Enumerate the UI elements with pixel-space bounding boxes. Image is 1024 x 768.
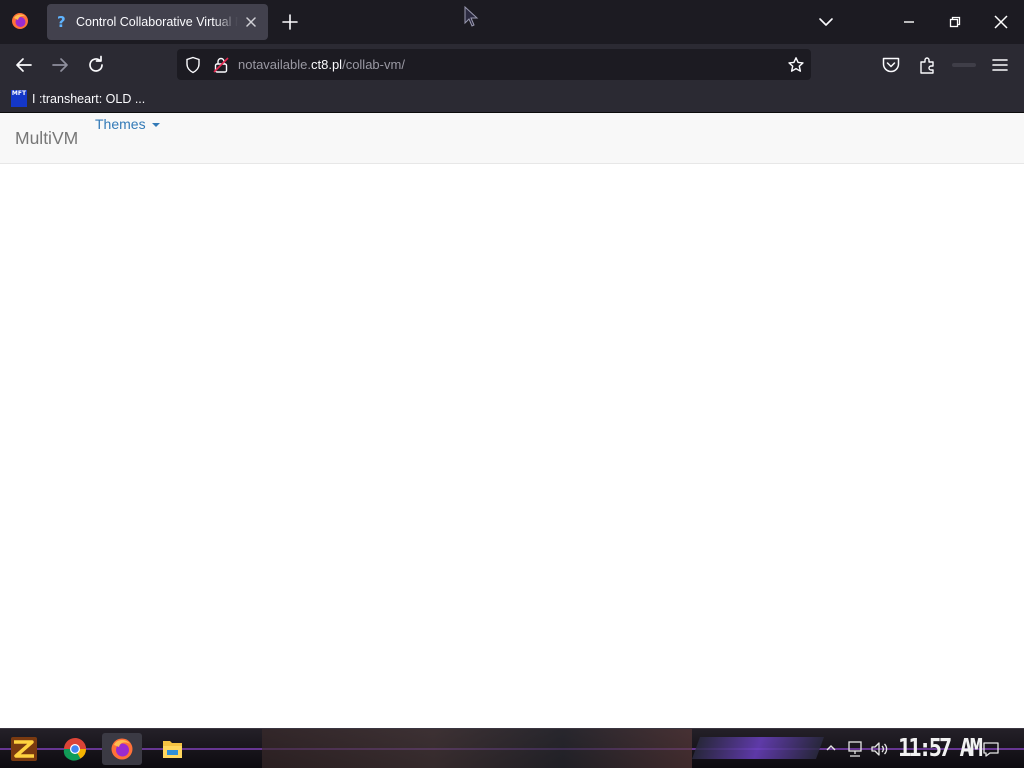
page-content: MultiVM Themes: [0, 113, 1024, 728]
bookmarks-toolbar: MFT I :transheart: OLD ...: [0, 85, 1024, 113]
themes-label: Themes: [95, 116, 146, 132]
url-host: ct8.pl: [311, 57, 343, 72]
firefox-icon: [111, 738, 133, 760]
chrome-icon: [63, 738, 86, 761]
tab-favicon-icon: ?: [57, 13, 66, 31]
window-minimize-button[interactable]: [886, 0, 932, 44]
tab-title: Control Collaborative Virtual Machines!: [76, 15, 238, 29]
taskbar-chrome[interactable]: [55, 733, 95, 765]
back-arrow-icon[interactable]: [11, 52, 37, 78]
show-hidden-icons-chevron-icon[interactable]: [824, 741, 838, 755]
close-icon: [994, 15, 1008, 29]
taskbar-wallpaper-art: [262, 729, 692, 768]
caret-down-icon: [151, 123, 160, 128]
taskbar: 11:57 AM: [0, 728, 1024, 768]
start-button-icon[interactable]: [8, 734, 40, 764]
address-bar[interactable]: notavailable.ct8.pl/collab-vm/: [177, 49, 811, 80]
toolbar-overflow-icon[interactable]: [950, 59, 978, 71]
restore-icon: [949, 16, 961, 28]
bookmark-favicon-icon: MFT: [11, 90, 27, 107]
insecure-lock-icon[interactable]: [213, 56, 229, 74]
list-all-tabs-icon[interactable]: [816, 12, 836, 32]
themes-dropdown[interactable]: Themes: [95, 115, 160, 133]
navigation-toolbar: notavailable.ct8.pl/collab-vm/: [0, 44, 1024, 85]
window-close-button[interactable]: [978, 0, 1024, 44]
firefox-view-icon[interactable]: [11, 12, 29, 30]
url-prefix: notavailable.: [238, 57, 311, 72]
mouse-cursor-icon: [464, 6, 479, 27]
hamburger-menu-icon[interactable]: [990, 55, 1010, 75]
pocket-icon[interactable]: [881, 56, 901, 74]
tab-active[interactable]: ? Control Collaborative Virtual Machines…: [47, 4, 268, 40]
extensions-puzzle-icon[interactable]: [918, 55, 938, 75]
bookmark-star-icon[interactable]: [787, 56, 805, 74]
new-tab-icon[interactable]: [280, 12, 300, 32]
tab-close-icon[interactable]: [243, 14, 259, 30]
network-icon[interactable]: [846, 740, 864, 758]
taskbar-banner-art: [691, 737, 825, 759]
taskbar-file-explorer[interactable]: [152, 733, 192, 765]
bookmark-label: I :transheart: OLD ...: [32, 92, 146, 106]
reload-icon[interactable]: [83, 52, 109, 78]
volume-icon[interactable]: [870, 740, 890, 758]
taskbar-firefox[interactable]: [102, 733, 142, 765]
tracking-protection-shield-icon[interactable]: [185, 56, 201, 74]
action-center-icon[interactable]: [981, 739, 1001, 759]
site-navbar: MultiVM Themes: [0, 113, 1024, 164]
window-restore-button[interactable]: [932, 0, 978, 44]
url-path: /collab-vm/: [342, 57, 405, 72]
url-text[interactable]: notavailable.ct8.pl/collab-vm/: [238, 57, 405, 73]
minimize-icon: [904, 21, 914, 23]
site-brand[interactable]: MultiVM: [15, 128, 78, 148]
tab-strip: ? Control Collaborative Virtual Machines…: [0, 0, 1024, 44]
forward-arrow-icon[interactable]: [47, 52, 73, 78]
file-explorer-icon: [163, 741, 182, 758]
taskbar-clock[interactable]: 11:57 AM: [898, 733, 983, 765]
